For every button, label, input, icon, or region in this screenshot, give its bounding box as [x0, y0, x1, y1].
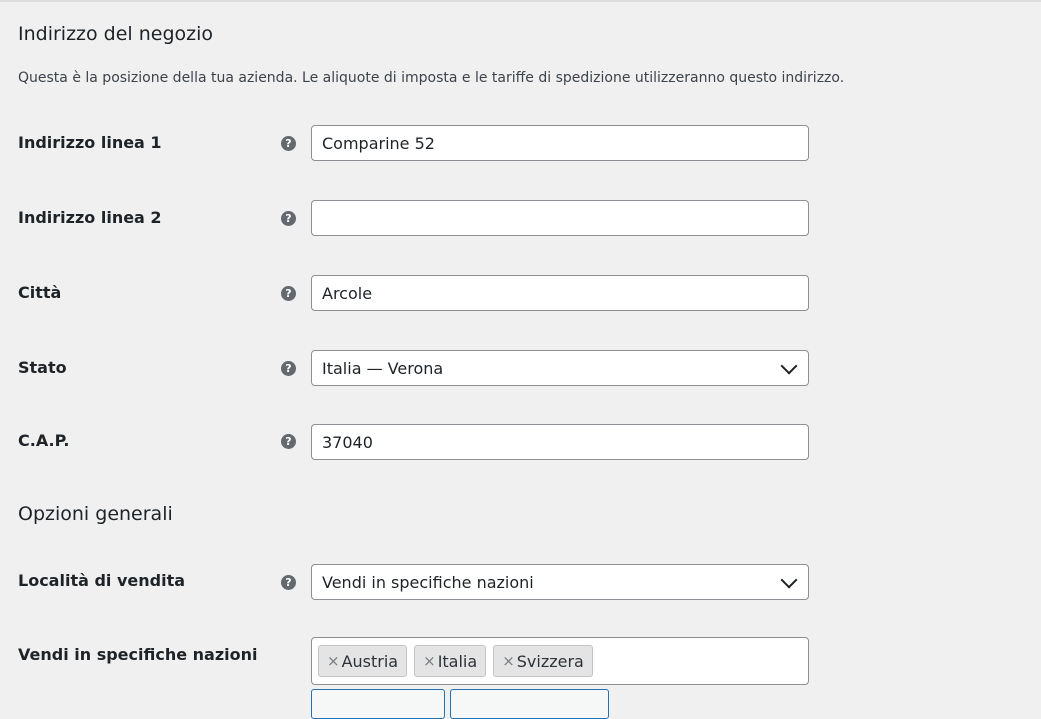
address-line1-label: Indirizzo linea 1 — [18, 133, 162, 152]
state-select[interactable]: Italia — Verona — [311, 350, 809, 386]
specific-countries-label: Vendi in specifiche nazioni — [18, 645, 258, 664]
close-icon[interactable]: × — [423, 652, 436, 670]
question-circle-icon[interactable]: ? — [281, 211, 296, 226]
address-line2-label: Indirizzo linea 2 — [18, 208, 162, 227]
city-label: Città — [18, 283, 62, 302]
store-address-heading: Indirizzo del negozio — [18, 23, 214, 45]
question-circle-icon[interactable]: ? — [281, 434, 296, 449]
question-circle-icon[interactable]: ? — [281, 286, 296, 301]
question-circle-icon[interactable]: ? — [281, 361, 296, 376]
country-chip-italia: × Italia — [414, 645, 487, 677]
state-value: Italia — Verona — [322, 358, 444, 378]
country-chip-label: Austria — [341, 651, 399, 671]
select-all-button[interactable] — [311, 689, 445, 719]
address-line2-input[interactable] — [311, 200, 809, 236]
select-none-button[interactable] — [450, 689, 609, 719]
postcode-value: 37040 — [322, 432, 373, 452]
country-chip-label: Svizzera — [516, 651, 584, 671]
top-divider — [0, 0, 1041, 2]
chevron-down-icon — [780, 357, 798, 374]
address-line1-input[interactable]: Comparine 52 — [311, 125, 809, 161]
specific-countries-multiselect[interactable]: × Austria × Italia × Svizzera — [311, 637, 809, 685]
question-circle-icon[interactable]: ? — [281, 575, 296, 590]
chevron-down-icon — [780, 571, 798, 588]
selling-location-value: Vendi in specifiche nazioni — [322, 572, 534, 592]
country-chip-label: Italia — [437, 651, 478, 671]
postcode-input[interactable]: 37040 — [311, 424, 809, 460]
close-icon[interactable]: × — [502, 652, 515, 670]
address-line1-value: Comparine 52 — [322, 133, 435, 153]
close-icon[interactable]: × — [327, 652, 340, 670]
general-options-heading: Opzioni generali — [18, 503, 173, 525]
country-chip-svizzera: × Svizzera — [493, 645, 593, 677]
country-chip-austria: × Austria — [318, 645, 408, 677]
store-address-description: Questa è la posizione della tua azienda.… — [18, 70, 845, 86]
question-circle-icon[interactable]: ? — [281, 136, 296, 151]
city-input[interactable]: Arcole — [311, 275, 809, 311]
state-label: Stato — [18, 358, 67, 377]
city-value: Arcole — [322, 283, 373, 303]
selling-location-label: Località di vendita — [18, 571, 186, 590]
selling-location-select[interactable]: Vendi in specifiche nazioni — [311, 564, 809, 600]
postcode-label: C.A.P. — [18, 431, 70, 450]
